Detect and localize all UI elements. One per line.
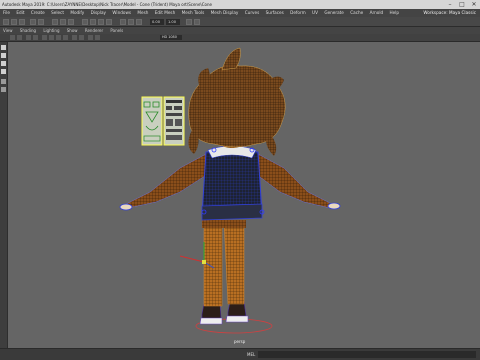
menu-mesh-display[interactable]: Mesh Display <box>211 9 239 17</box>
rotate-tool-icon[interactable] <box>1 61 6 66</box>
open-scene-icon[interactable] <box>11 19 17 25</box>
menu-surfaces[interactable]: Surfaces <box>266 9 284 17</box>
value-field[interactable]: 0.00 <box>150 19 164 25</box>
command-line: MEL <box>0 348 480 360</box>
value-field-2[interactable]: 1.00 <box>166 19 180 25</box>
menu-file[interactable]: File <box>3 9 10 17</box>
move-tool-icon[interactable] <box>1 53 6 58</box>
panel-menu-renderer[interactable]: Renderer <box>85 27 103 34</box>
select-tool-icon[interactable] <box>52 19 58 25</box>
menu-mesh-tools[interactable]: Mesh Tools <box>182 9 205 17</box>
layout-four-icon[interactable] <box>1 87 6 92</box>
textured-icon[interactable] <box>63 35 68 40</box>
camera-select-icon[interactable] <box>10 35 15 40</box>
menu-windows[interactable]: Windows <box>112 9 131 17</box>
workspace-selector[interactable]: Workspace: Maya Classic <box>423 9 476 17</box>
panel-menu-panels[interactable]: Panels <box>110 27 123 34</box>
scale-tool-icon[interactable] <box>1 69 6 74</box>
menu-mesh[interactable]: Mesh <box>137 9 148 17</box>
snap-curve-icon[interactable] <box>90 19 96 25</box>
paint-select-icon[interactable] <box>68 19 74 25</box>
character-model[interactable] <box>8 42 480 348</box>
command-input[interactable] <box>258 351 476 358</box>
window-titlebar: Autodesk Maya 2019: C:\Users\ZAYNNE\Desk… <box>0 0 480 9</box>
menu-display[interactable]: Display <box>91 9 106 17</box>
select-arrow-icon[interactable] <box>1 45 6 50</box>
panel-menu-view[interactable]: View <box>3 27 13 34</box>
toolbox <box>0 42 8 348</box>
camera-attr-icon[interactable] <box>17 35 22 40</box>
xray-icon[interactable] <box>88 35 93 40</box>
menu-create[interactable]: Create <box>31 9 45 17</box>
smooth-shade-icon[interactable] <box>49 35 54 40</box>
menu-cache[interactable]: Cache <box>350 9 363 17</box>
render-icon[interactable] <box>120 19 126 25</box>
wireframe-on-shaded-icon[interactable] <box>56 35 61 40</box>
resolution-gate-field[interactable]: HD 1080 <box>160 35 182 40</box>
command-language-label[interactable]: MEL <box>247 352 255 357</box>
lights-icon[interactable] <box>72 35 77 40</box>
ipr-render-icon[interactable] <box>128 19 134 25</box>
panel-menu-shading[interactable]: Shading <box>20 27 36 34</box>
wireframe-icon[interactable] <box>42 35 47 40</box>
menu-deform[interactable]: Deform <box>290 9 306 17</box>
film-gate-icon[interactable] <box>33 35 38 40</box>
snap-point-icon[interactable] <box>98 19 104 25</box>
rig-picker-panel[interactable] <box>141 96 185 146</box>
panel-menu-show[interactable]: Show <box>67 27 78 34</box>
menu-arnold[interactable]: Arnold <box>370 9 384 17</box>
menu-modify[interactable]: Modify <box>70 9 84 17</box>
camera-name-label: persp <box>234 339 246 344</box>
menu-edit[interactable]: Edit <box>16 9 24 17</box>
redo-icon[interactable] <box>38 19 44 25</box>
maximize-button[interactable]: □ <box>456 0 468 9</box>
save-scene-icon[interactable] <box>19 19 25 25</box>
isolate-select-icon[interactable] <box>95 35 100 40</box>
shadows-icon[interactable] <box>79 35 84 40</box>
channel-box-icon[interactable] <box>194 19 200 25</box>
snap-grid-icon[interactable] <box>82 19 88 25</box>
undo-icon[interactable] <box>30 19 36 25</box>
snap-view-icon[interactable] <box>106 19 112 25</box>
viewport-persp[interactable]: persp <box>8 42 480 348</box>
menu-edit-mesh[interactable]: Edit Mesh <box>155 9 175 17</box>
menu-uv[interactable]: UV <box>312 9 318 17</box>
panel-menu-lighting[interactable]: Lighting <box>43 27 59 34</box>
status-line-toolbar: 0.00 1.00 <box>0 17 480 27</box>
sidebar-toggle-icon[interactable] <box>186 19 192 25</box>
main-menubar: File Edit Create Select Modify Display W… <box>0 9 480 17</box>
lasso-tool-icon[interactable] <box>60 19 66 25</box>
close-button[interactable]: ✕ <box>468 0 480 9</box>
minimize-button[interactable]: – <box>444 0 456 9</box>
layout-single-icon[interactable] <box>1 79 6 84</box>
new-scene-icon[interactable] <box>3 19 9 25</box>
window-title: Autodesk Maya 2019: C:\Users\ZAYNNE\Desk… <box>2 2 212 7</box>
grid-toggle-icon[interactable] <box>26 35 31 40</box>
viewport-toolbar: HD 1080 <box>0 34 480 42</box>
panel-menubar: View Shading Lighting Show Renderer Pane… <box>0 27 480 34</box>
menu-curves[interactable]: Curves <box>245 9 260 17</box>
menu-generate[interactable]: Generate <box>324 9 344 17</box>
menu-help[interactable]: Help <box>390 9 400 17</box>
menu-select[interactable]: Select <box>51 9 64 17</box>
render-settings-icon[interactable] <box>136 19 142 25</box>
